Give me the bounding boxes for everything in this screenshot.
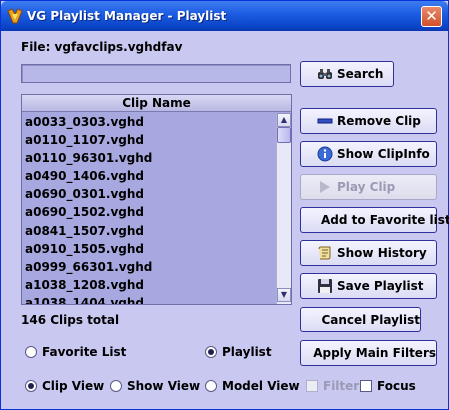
remove-clip-label: Remove Clip [337,114,421,128]
playlist-radio[interactable]: Playlist [205,345,272,359]
app-window: VG Playlist Manager - Playlist ✕ File: v… [0,0,449,410]
scroll-down-icon[interactable]: ▼ [277,288,291,302]
list-item[interactable]: a0033_0303.vghd [22,113,276,131]
list-item[interactable]: a1038_1208.vghd [22,276,276,294]
filter-label: Filter [323,379,360,393]
list-item[interactable]: a0999_66301.vghd [22,258,276,276]
playlist-label: Playlist [222,345,272,359]
apply-filters-button[interactable]: Apply Main Filters [300,340,437,366]
radio-circle [25,346,37,358]
favorite-list-radio[interactable]: Favorite List [25,345,126,359]
search-input[interactable] [21,64,291,83]
cancel-playlist-label: Cancel Playlist [321,312,420,327]
binoculars-icon [318,69,332,79]
radio-circle [205,380,217,392]
save-playlist-button[interactable]: Save Playlist [300,273,437,299]
play-clip-label: Play Clip [337,180,396,194]
info-icon [317,146,333,162]
list-item[interactable]: a0841_1507.vghd [22,222,276,240]
remove-clip-button[interactable]: Remove Clip [300,108,437,134]
add-favorite-label: Add to Favorite list [321,213,449,227]
show-clipinfo-button[interactable]: Show ClipInfo [300,141,437,167]
play-clip-button[interactable]: Play Clip [300,174,437,200]
search-button[interactable]: Search [300,61,394,87]
file-label: File: vgfavclips.vghdfav [21,40,183,54]
radio-circle-selected [205,346,217,358]
add-favorite-button[interactable]: Add to Favorite list [300,207,449,233]
show-history-button[interactable]: Show History [300,240,437,266]
clip-view-radio[interactable]: Clip View [25,379,104,393]
focus-checkbox[interactable]: Focus [360,379,416,393]
list-item[interactable]: a1038_1404.vghd [22,294,276,304]
filter-checkbox[interactable]: Filter [306,379,359,393]
focus-label: Focus [377,379,416,393]
radio-circle-selected [25,380,37,392]
apply-filters-label: Apply Main Filters [313,346,436,360]
column-header-clip-name[interactable]: Clip Name [22,95,291,112]
model-view-label: Model View [222,379,300,393]
clip-view-label: Clip View [42,379,105,393]
show-history-label: Show History [337,246,427,260]
play-icon [320,181,330,193]
window-title: VG Playlist Manager - Playlist [27,9,227,23]
show-clipinfo-label: Show ClipInfo [337,147,430,161]
clip-list-rows: a0033_0303.vghd a0110_1107.vghd a0110_96… [22,113,276,304]
show-view-radio[interactable]: Show View [110,379,200,393]
title-bar[interactable]: VG Playlist Manager - Playlist ✕ [1,1,448,31]
scroll-thumb[interactable] [277,127,291,143]
minus-icon [317,118,333,124]
list-item[interactable]: a0910_1505.vghd [22,240,276,258]
checkbox-box [360,380,372,392]
list-item[interactable]: a0490_1406.vghd [22,167,276,185]
close-icon: ✕ [425,7,438,25]
show-view-label: Show View [127,379,201,393]
model-view-radio[interactable]: Model View [205,379,300,393]
radio-circle [110,380,122,392]
list-item[interactable]: a0690_1502.vghd [22,203,276,221]
save-playlist-label: Save Playlist [337,279,424,293]
scroll-up-icon[interactable]: ▲ [277,113,291,127]
clip-count: 146 Clips total [21,313,120,327]
app-logo-icon [7,8,23,24]
list-item[interactable]: a0690_0301.vghd [22,185,276,203]
close-button[interactable]: ✕ [421,6,442,27]
list-item[interactable]: a0110_1107.vghd [22,131,276,149]
checkbox-box [306,380,318,392]
history-scroll-icon [318,246,331,260]
clip-list[interactable]: Clip Name a0033_0303.vghd a0110_1107.vgh… [21,94,292,305]
cancel-playlist-button[interactable]: Cancel Playlist [300,307,421,332]
vertical-scrollbar[interactable]: ▲ ▼ [276,113,291,304]
favorite-list-label: Favorite List [42,345,127,359]
save-disk-icon [318,279,332,293]
search-button-label: Search [337,67,384,81]
list-item[interactable]: a0110_96301.vghd [22,149,276,167]
